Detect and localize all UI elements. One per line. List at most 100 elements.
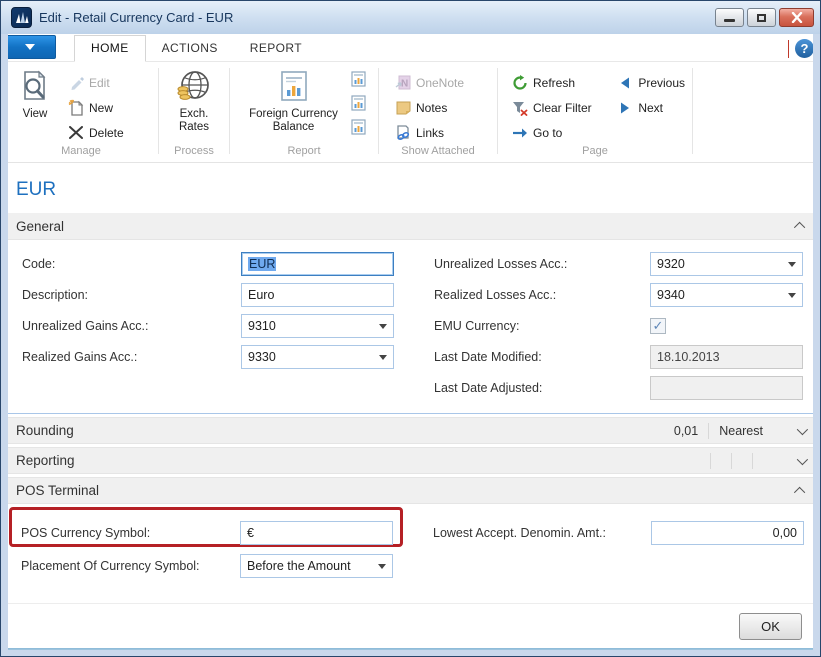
clear-filter-icon xyxy=(511,100,529,116)
last-date-modified-value: 18.10.2013 xyxy=(650,345,803,369)
pos-currency-symbol-input[interactable]: € xyxy=(240,521,393,545)
placement-label: Placement Of Currency Symbol: xyxy=(21,559,200,573)
go-to-button[interactable]: Go to xyxy=(507,120,612,145)
check-icon: ✓ xyxy=(653,318,664,334)
dropdown-arrow-icon[interactable] xyxy=(379,324,387,329)
tab-report[interactable]: REPORT xyxy=(234,36,318,61)
divider xyxy=(752,453,753,469)
mini-report-icon[interactable] xyxy=(351,119,366,135)
field-row-code: Code: EUR xyxy=(22,248,394,279)
code-input[interactable]: EUR xyxy=(241,252,394,276)
go-to-arrow-icon xyxy=(511,125,529,141)
delete-button[interactable]: Delete xyxy=(63,120,128,145)
section-pos-terminal-header[interactable]: POS Terminal xyxy=(5,477,816,504)
previous-icon xyxy=(616,75,634,91)
previous-button[interactable]: Previous xyxy=(612,70,689,95)
field-row-lowest-accept: Lowest Accept. Denomin. Amt.: 0,00 xyxy=(433,516,804,549)
exch-rates-button[interactable]: Exch. Rates xyxy=(162,67,226,145)
section-general: General Code: EUR Description: xyxy=(5,213,816,414)
section-general-header[interactable]: General xyxy=(6,213,815,240)
code-label: Code: xyxy=(22,257,55,271)
divider xyxy=(378,68,379,154)
dropdown-arrow-icon[interactable] xyxy=(378,564,386,569)
pos-currency-symbol-label: POS Currency Symbol: xyxy=(21,526,150,540)
rounding-amount-summary: 0,01 xyxy=(674,424,698,438)
divider xyxy=(158,68,159,154)
dropdown-arrow-icon[interactable] xyxy=(788,293,796,298)
minimize-button[interactable] xyxy=(715,8,744,27)
edit-button: Edit xyxy=(63,70,128,95)
lowest-accept-label: Lowest Accept. Denomin. Amt.: xyxy=(433,526,606,540)
maximize-button[interactable] xyxy=(747,8,776,27)
dropdown-arrow-icon[interactable] xyxy=(379,355,387,360)
mini-report-icon[interactable] xyxy=(351,95,366,111)
divider xyxy=(692,68,693,154)
notes-button[interactable]: Notes xyxy=(390,95,468,120)
description-input[interactable]: Euro xyxy=(241,283,394,307)
unrealized-gains-input[interactable]: 9310 xyxy=(241,314,394,338)
minimize-icon xyxy=(724,19,735,22)
field-row-pos-currency-symbol: POS Currency Symbol: € xyxy=(21,516,393,549)
collapse-chevron-icon[interactable] xyxy=(794,222,805,233)
tab-home[interactable]: HOME xyxy=(74,35,146,62)
dropdown-arrow-icon[interactable] xyxy=(788,262,796,267)
realized-gains-input[interactable]: 9330 xyxy=(241,345,394,369)
chevron-down-icon xyxy=(25,44,35,50)
refresh-icon xyxy=(511,75,529,91)
divider xyxy=(731,453,732,469)
expand-chevron-icon[interactable] xyxy=(797,453,808,464)
links-button[interactable]: Links xyxy=(390,120,468,145)
selected-text: EUR xyxy=(248,257,276,271)
tab-actions[interactable]: ACTIONS xyxy=(146,36,234,61)
divider xyxy=(710,453,711,469)
window-frame-left xyxy=(1,34,8,656)
window-title: Edit - Retail Currency Card - EUR xyxy=(39,10,712,25)
unrealized-losses-input[interactable]: 9320 xyxy=(650,252,803,276)
window-frame-bottom xyxy=(1,649,820,656)
lowest-accept-input[interactable]: 0,00 xyxy=(651,521,804,545)
field-row-unrealized-gains: Unrealized Gains Acc.: 9310 xyxy=(22,310,394,341)
svg-text:N: N xyxy=(401,79,408,90)
expand-chevron-icon[interactable] xyxy=(797,423,808,434)
section-rounding-header[interactable]: Rounding 0,01 Nearest xyxy=(5,417,816,444)
help-button[interactable]: ? xyxy=(795,39,814,58)
foreign-currency-balance-button[interactable]: Foreign Currency Balance xyxy=(239,67,349,145)
new-button[interactable]: New xyxy=(63,95,128,120)
new-page-icon xyxy=(67,100,85,116)
clear-filter-button[interactable]: Clear Filter xyxy=(507,95,612,120)
group-label-manage: Manage xyxy=(7,145,155,162)
refresh-button[interactable]: Refresh xyxy=(507,70,612,95)
view-button[interactable]: View xyxy=(7,67,63,145)
last-date-modified-label: Last Date Modified: xyxy=(434,350,542,364)
field-row-realized-gains: Realized Gains Acc.: 9330 xyxy=(22,341,394,372)
maximize-icon xyxy=(757,14,766,22)
last-date-adjusted-value xyxy=(650,376,803,400)
application-menu-button[interactable] xyxy=(4,35,56,59)
ok-button[interactable]: OK xyxy=(739,613,802,640)
placement-select[interactable]: Before the Amount xyxy=(240,554,393,578)
section-reporting-header[interactable]: Reporting xyxy=(5,447,816,474)
view-icon xyxy=(19,69,51,105)
report-mini-buttons xyxy=(349,67,370,145)
group-label-show-attached: Show Attached xyxy=(382,145,494,162)
collapse-chevron-icon[interactable] xyxy=(794,486,805,497)
next-icon xyxy=(616,100,634,116)
help-icon: ? xyxy=(801,41,809,56)
description-label: Description: xyxy=(22,288,88,302)
unrealized-gains-label: Unrealized Gains Acc.: xyxy=(22,319,148,333)
close-button[interactable] xyxy=(779,8,814,27)
onenote-icon: N xyxy=(394,75,412,91)
mini-report-icon[interactable] xyxy=(351,71,366,87)
field-row-description: Description: Euro xyxy=(22,279,394,310)
divider xyxy=(497,68,498,154)
emu-currency-checkbox[interactable]: ✓ xyxy=(650,318,666,334)
field-row-unrealized-losses: Unrealized Losses Acc.: 9320 xyxy=(434,248,803,279)
field-row-realized-losses: Realized Losses Acc.: 9340 xyxy=(434,279,803,310)
field-row-placement: Placement Of Currency Symbol: Before the… xyxy=(21,549,393,582)
emu-currency-label: EMU Currency: xyxy=(434,319,519,333)
realized-losses-input[interactable]: 9340 xyxy=(650,283,803,307)
next-button[interactable]: Next xyxy=(612,95,689,120)
title-bar: Edit - Retail Currency Card - EUR xyxy=(1,1,820,34)
section-rounding: Rounding 0,01 Nearest xyxy=(5,417,816,444)
footer-bar: OK xyxy=(1,603,820,648)
